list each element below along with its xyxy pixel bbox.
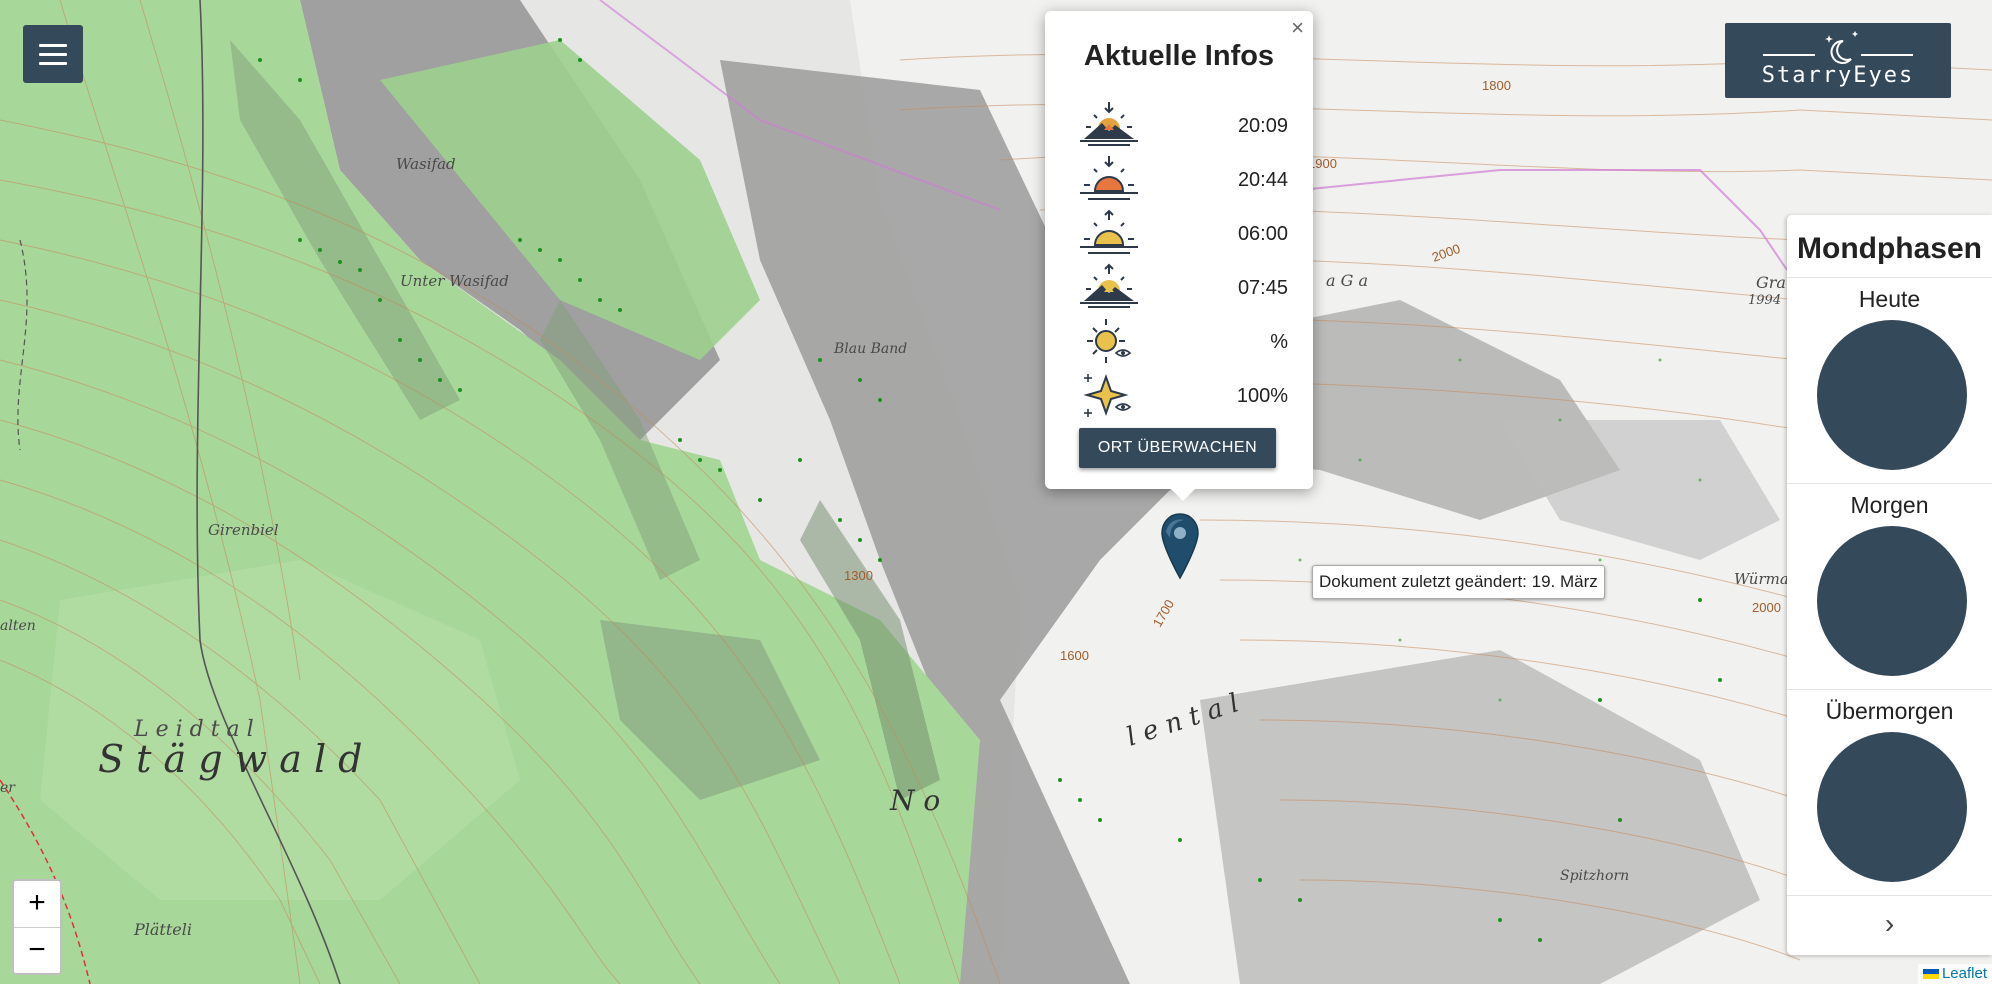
label-blau-band: Blau Band [833, 341, 907, 357]
star-visibility-icon [1083, 374, 1132, 417]
label-staegwald: S t ä g w a l d [98, 737, 363, 781]
zoom-control: + − [12, 879, 62, 975]
zoom-out-button[interactable]: − [14, 928, 60, 974]
moon-day-tomorrow: Morgen [1787, 484, 1992, 690]
info-value-sunset: 20:44 [1237, 168, 1288, 191]
hamburger-icon [39, 43, 67, 47]
label-no: N o [889, 784, 940, 817]
label-girenbiel: Girenbiel [208, 521, 279, 539]
starryeyes-logo[interactable]: StarryEyes [1725, 23, 1951, 98]
label-wuerma: Würma [1734, 570, 1789, 588]
moon-phase-icon [1817, 732, 1967, 882]
label-gratli-height: 1994 [1748, 293, 1781, 308]
contour-1300: 1300 [844, 568, 873, 583]
info-value-sunrise: 06:00 [1237, 222, 1288, 245]
moon-phases-panel: Mondphasen Heute Morgen Übermorgen › [1787, 215, 1992, 955]
menu-button[interactable] [23, 25, 83, 83]
label-unter-wasifad: Unter Wasifad [400, 272, 509, 290]
info-row-sunset-mountain: 20:09 [1078, 101, 1288, 151]
sunrise-icon [1080, 209, 1138, 254]
info-row-sunset: 20:44 [1078, 155, 1288, 205]
label-plaetteli: Plätteli [133, 920, 192, 939]
logo-text: StarryEyes [1761, 63, 1915, 88]
topographic-map[interactable]: Wasifad Unter Wasifad Blau Band Girenbie… [0, 0, 1992, 984]
attribution: Leaflet [1917, 964, 1992, 984]
leaflet-link[interactable]: Leaflet [1942, 965, 1987, 982]
popup-close-icon[interactable]: × [1291, 17, 1304, 39]
document-tooltip: Dokument zuletzt geändert: 19. März [1312, 565, 1605, 599]
moon-stars-icon [1763, 31, 1913, 64]
info-row-sun-visibility: % [1078, 317, 1288, 367]
sunset-mountain-icon [1080, 102, 1138, 146]
info-value-star-visibility: 100% [1236, 384, 1288, 407]
info-value-sunset-mountain: 20:09 [1237, 114, 1288, 137]
moon-day-label: Morgen [1850, 492, 1929, 518]
info-row-sunrise-mountain: 07:45 [1078, 263, 1288, 313]
info-value-sun-visibility: % [1270, 330, 1288, 353]
moon-phase-icon [1817, 320, 1967, 470]
info-row-star-visibility: 100% [1078, 371, 1288, 421]
chevron-right-icon[interactable]: › [1787, 893, 1992, 955]
info-row-sunrise: 06:00 [1078, 209, 1288, 259]
moon-day-today: Heute [1787, 278, 1992, 484]
info-popup: × Aktuelle Infos 20:09 20:44 06:00 07:45… [1045, 11, 1313, 501]
moon-day-label: Heute [1858, 286, 1921, 312]
moon-phase-icon [1817, 526, 1967, 676]
popup-title: Aktuelle Infos [1083, 40, 1275, 72]
moon-panel-title: Mondphasen [1787, 215, 1992, 278]
moon-day-label: Übermorgen [1825, 698, 1954, 724]
label-er: er [0, 780, 16, 796]
contour-2000b: 2000 [1752, 600, 1781, 615]
location-marker-icon[interactable] [1160, 512, 1200, 580]
watch-location-button[interactable]: ORT ÜBERWACHEN [1079, 428, 1276, 468]
label-alten: alten [0, 618, 36, 634]
label-spitzhorn: Spitzhorn [1560, 868, 1629, 884]
sun-visibility-icon [1087, 319, 1132, 363]
info-value-sunrise-mountain: 07:45 [1237, 276, 1288, 299]
contour-1600: 1600 [1060, 648, 1089, 663]
contour-1800: 1800 [1482, 78, 1511, 93]
ukraine-flag-icon [1922, 969, 1939, 980]
sunset-icon [1080, 156, 1138, 200]
label-wasifad: Wasifad [396, 155, 456, 173]
sunrise-mountain-icon [1080, 263, 1138, 308]
moon-day-day-after-tomorrow: Übermorgen [1787, 690, 1992, 896]
zoom-in-button[interactable]: + [14, 881, 60, 928]
label-ag: a G a [1326, 271, 1368, 290]
